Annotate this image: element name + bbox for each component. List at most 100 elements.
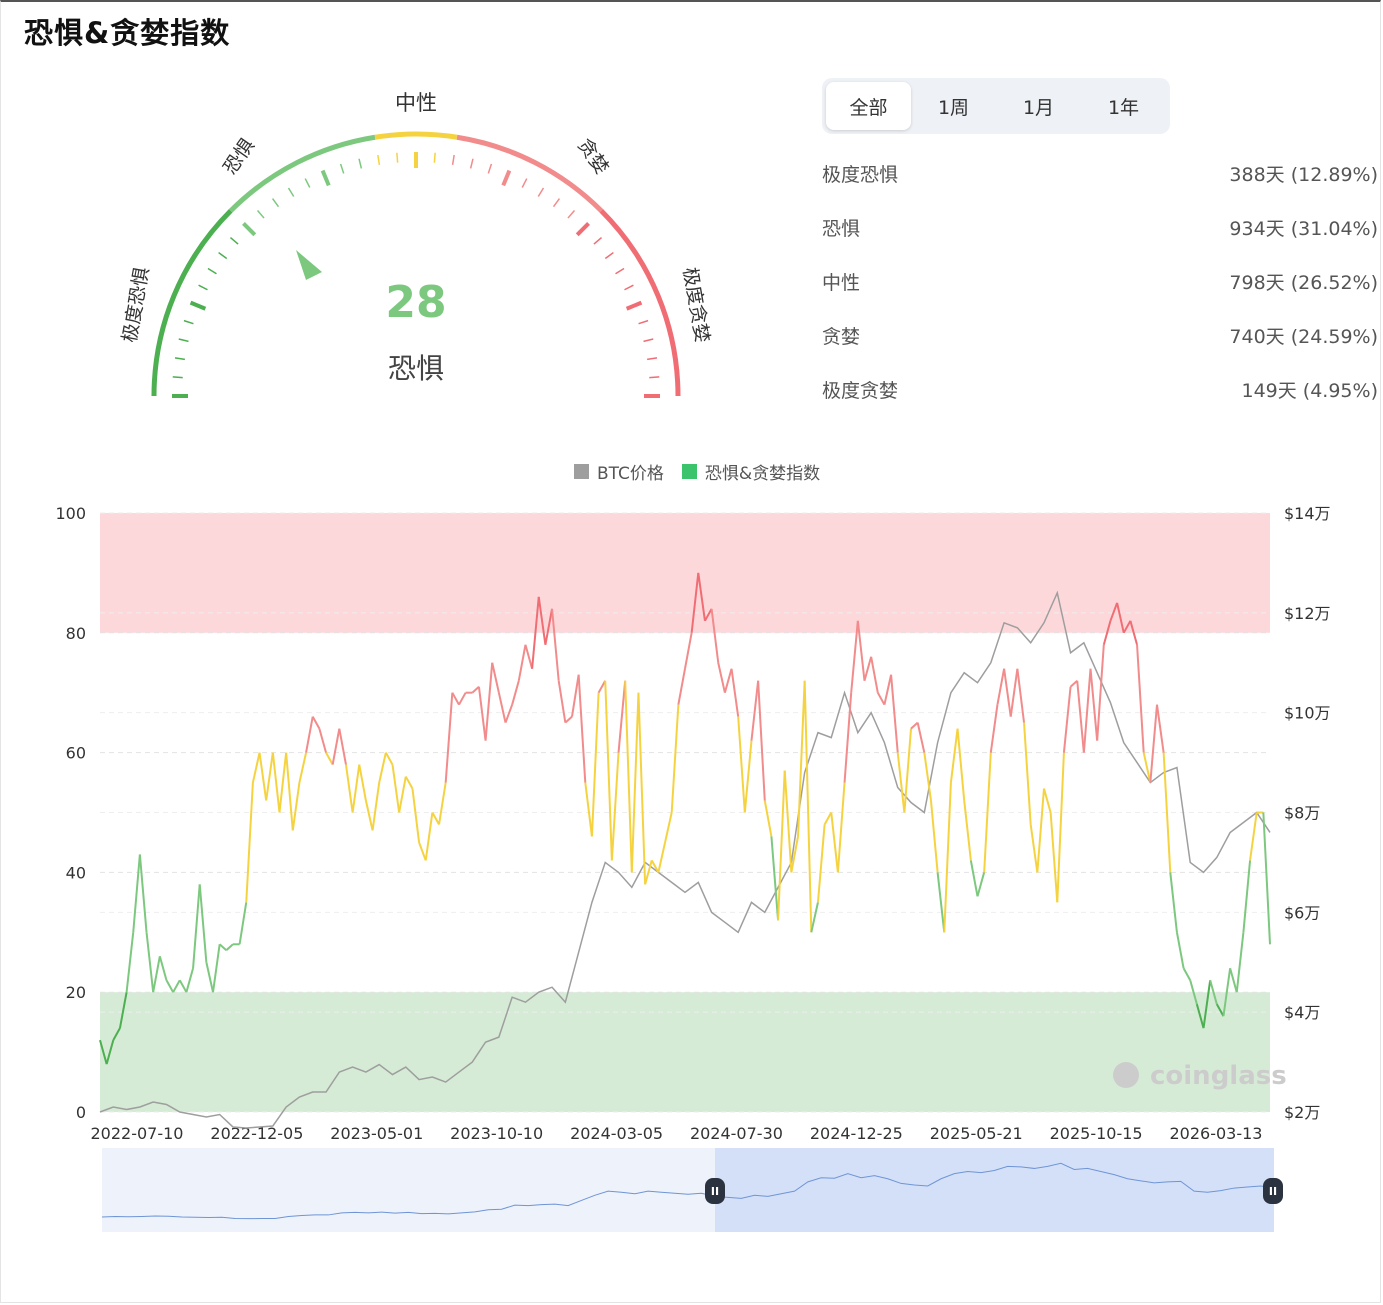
gauge-label-fear: 恐惧 — [219, 135, 259, 179]
fgi-line-segment — [218, 943, 227, 952]
fgi-line-segment — [564, 715, 573, 724]
fgi-line-segment — [1023, 722, 1032, 825]
legend-swatch-fgi — [681, 464, 697, 479]
gauge-status: 恐惧 — [388, 352, 444, 385]
fgi-line-segment — [777, 770, 786, 921]
fgi-line-segment — [458, 692, 467, 706]
fgi-line-segment — [511, 680, 520, 705]
navigator-handle-end-grip: II — [1269, 1185, 1277, 1198]
fgi-line-segment — [438, 782, 447, 825]
stat-label: 极度恐惧 — [822, 163, 899, 186]
fgi-line-segment — [351, 764, 361, 813]
fgi-line-segment — [138, 854, 148, 933]
fgi-line-segment — [677, 668, 686, 705]
fgi-line-segment — [1029, 824, 1039, 873]
fgi-line-segment — [1049, 812, 1059, 903]
watermark-logo: coinglass — [1150, 1061, 1287, 1091]
y-right-tick-label: $14万 — [1284, 504, 1331, 523]
fgi-line-segment — [285, 752, 294, 831]
y-right-tick-label: $4万 — [1284, 1003, 1320, 1022]
gauge-tick — [567, 209, 576, 219]
fgi-line-segment — [657, 842, 667, 873]
fgi-line-segment — [757, 680, 766, 801]
range-navigator: II II — [101, 1148, 1283, 1232]
fgi-line-segment — [378, 752, 387, 783]
fgi-line-segment — [956, 728, 966, 801]
legend-item-btc[interactable]: BTC价格 — [574, 459, 664, 484]
fgi-line-segment — [803, 680, 813, 933]
gauge-value: 28 — [385, 277, 446, 328]
fgi-line-segment — [371, 782, 381, 831]
legend-item-fgi[interactable]: 恐惧&贪婪指数 — [681, 459, 820, 484]
fgi-line-segment — [497, 692, 507, 723]
navigator-selection[interactable] — [715, 1148, 1274, 1232]
gauge-label-neutral: 中性 — [395, 91, 437, 115]
fgi-line-segment — [391, 764, 401, 813]
gauge-tick — [625, 300, 643, 311]
fgi-line-segment — [1016, 668, 1026, 723]
tab-1-week[interactable]: 1周 — [911, 82, 996, 130]
fgi-line-segment — [684, 632, 693, 669]
fgi-line-segment — [883, 674, 893, 705]
fgi-line-segment — [251, 752, 261, 783]
fgi-line-segment — [743, 740, 753, 813]
fgi-line-segment — [1149, 704, 1158, 783]
stat-value: 388天 (12.89%) — [1229, 163, 1378, 186]
gauge-tick — [487, 163, 493, 174]
fgi-line-segment — [484, 662, 494, 741]
y-left-tick-label: 60 — [66, 744, 86, 763]
y-right-tick-label: $6万 — [1284, 903, 1320, 922]
fgi-line-segment — [1003, 668, 1012, 717]
gauge-tick — [469, 158, 474, 169]
gauge-tick — [189, 300, 207, 311]
y-right-tick-label: $2万 — [1284, 1103, 1320, 1122]
fgi-line-segment — [178, 979, 188, 993]
fgi-line-segment — [305, 716, 314, 753]
fgi-line-segment — [916, 722, 926, 753]
fgi-line-segment — [145, 932, 155, 993]
fgi-line-segment — [1056, 752, 1065, 903]
gauge-tick — [256, 209, 265, 219]
fgi-line-segment — [557, 680, 567, 723]
fgi-line-segment — [1076, 680, 1085, 753]
tab-all[interactable]: 全部 — [826, 82, 911, 130]
fgi-line-segment — [185, 967, 195, 993]
gauge-tick — [433, 152, 436, 163]
gauge-tick — [643, 338, 654, 343]
gauge-tick — [320, 169, 331, 187]
fgi-line-segment — [577, 674, 587, 783]
fgi-line-segment — [996, 668, 1006, 705]
fgi-line-segment — [471, 685, 480, 694]
chart-band-extreme-fear — [100, 992, 1270, 1112]
fgi-line-segment — [444, 692, 454, 783]
fgi-line-segment — [597, 680, 607, 694]
tab-1-year[interactable]: 1年 — [1081, 82, 1166, 130]
stat-row-fear: 恐惧 934天 (31.04%) — [822, 200, 1378, 254]
fgi-line-segment — [451, 692, 460, 706]
fgi-line-segment — [152, 956, 161, 993]
fgi-line-segment — [404, 776, 414, 790]
fgi-line-segment — [1175, 932, 1185, 969]
fgi-line-segment — [737, 716, 746, 813]
tab-1-month[interactable]: 1月 — [996, 82, 1081, 130]
gauge-tick — [604, 251, 614, 260]
stat-row-neutral: 中性 798天 (26.52%) — [822, 254, 1378, 308]
navigator-handle-start-grip: II — [711, 1185, 719, 1198]
fgi-line-segment — [238, 902, 248, 945]
gauge-tick — [198, 284, 208, 291]
y-left-tick-label: 40 — [66, 863, 86, 882]
gauge-tick — [207, 267, 217, 275]
gauge-tick — [178, 338, 189, 343]
fgi-line-segment — [384, 752, 394, 766]
fgi-line-segment — [1182, 967, 1192, 981]
fgi-line-segment — [969, 860, 979, 897]
y-right-tick-label: $10万 — [1284, 704, 1331, 723]
fgi-line-segment — [1089, 668, 1099, 741]
gauge-tick — [287, 187, 295, 197]
fgi-line-segment — [730, 668, 740, 717]
fgi-line-segment — [1155, 704, 1165, 753]
gauge-tick — [174, 357, 185, 361]
fgi-line-segment — [763, 800, 773, 837]
fgi-line-segment — [876, 692, 886, 706]
fgi-line-segment — [989, 704, 999, 753]
